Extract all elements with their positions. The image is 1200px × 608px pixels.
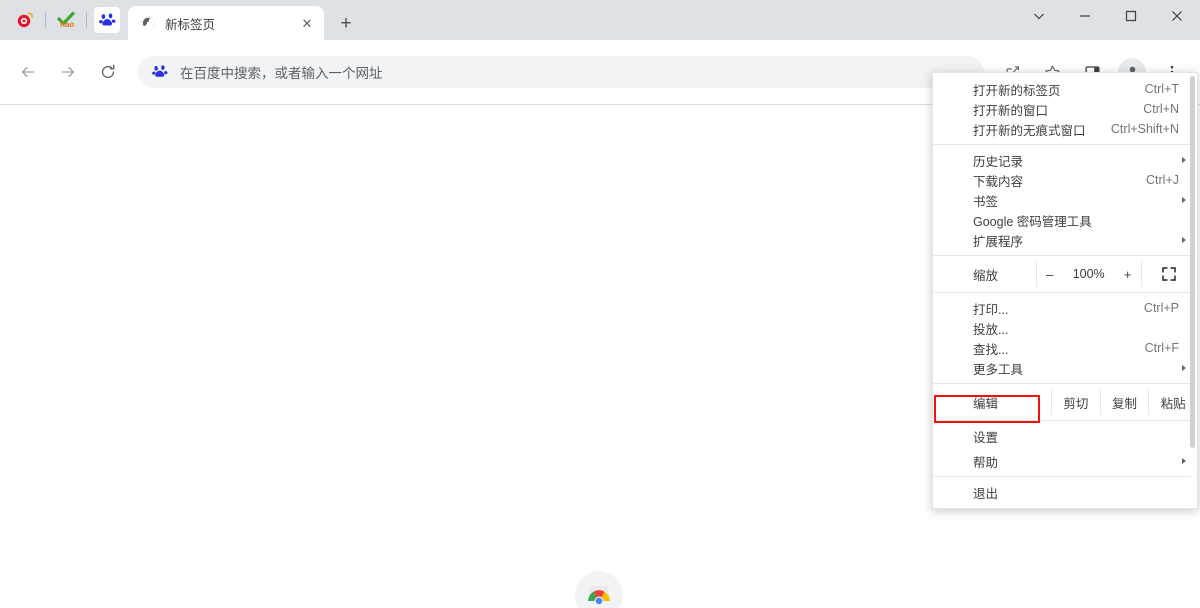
close-icon[interactable] [1154, 0, 1200, 32]
menu-item-label: 退出 [973, 486, 999, 501]
menu-item-accel: Ctrl+Shift+N [1110, 122, 1179, 136]
menu-item-print[interactable]: 打印... Ctrl+P [933, 298, 1197, 318]
menu-item-new-incognito-window[interactable]: 打开新的无痕式窗口 Ctrl+Shift+N [933, 119, 1197, 139]
chevron-right-icon [1182, 365, 1186, 371]
menu-item-label: 设置 [973, 430, 999, 445]
menu-item-exit[interactable]: 退出 [933, 482, 1197, 502]
menu-item-label: 书签 [973, 194, 999, 209]
address-bar-placeholder: 在百度中搜索，或者输入一个网址 [180, 66, 383, 81]
globe-icon [141, 16, 155, 30]
tab-close-icon[interactable]: ✕ [298, 14, 316, 32]
pinned-tab-baidu[interactable] [94, 7, 120, 33]
baidu-search-icon [152, 65, 168, 77]
maximize-icon[interactable] [1108, 0, 1154, 32]
menu-scrollbar-thumb[interactable] [1190, 76, 1195, 448]
chrome-apps-icon [575, 571, 623, 608]
menu-item-help[interactable]: 帮助 [933, 451, 1197, 471]
pinned-tab-divider-2 [86, 12, 87, 28]
new-tab-button[interactable]: + [332, 9, 360, 37]
menu-item-history[interactable]: 历史记录 [933, 150, 1197, 170]
menu-item-find[interactable]: 查找... Ctrl+F [933, 338, 1197, 358]
menu-item-accel: Ctrl+T [1144, 82, 1179, 96]
zoom-percent-value: 100% [1072, 267, 1105, 281]
edit-copy-button[interactable]: 复制 [1099, 389, 1149, 415]
chrome-apps-shortcut[interactable]: Chrome 应用... [560, 571, 638, 608]
menu-item-label: 打开新的窗口 [973, 103, 1049, 118]
fullscreen-icon[interactable] [1142, 267, 1197, 281]
pinned-tab-weibo[interactable] [12, 7, 38, 33]
menu-item-label: 打开新的标签页 [973, 83, 1061, 98]
menu-item-bookmarks[interactable]: 书签 [933, 190, 1197, 210]
menu-item-label: 查找... [973, 342, 1009, 357]
baidu-favicon [98, 12, 115, 26]
menu-item-accel: Ctrl+J [1146, 173, 1179, 187]
pinned-tabs: hao [0, 0, 120, 40]
menu-item-password-manager[interactable]: Google 密码管理工具 [933, 210, 1197, 230]
menu-item-label: 更多工具 [973, 362, 1024, 377]
active-tab-title: 新标签页 [165, 17, 216, 32]
edit-cut-button[interactable]: 剪切 [1051, 389, 1100, 415]
menu-item-label: 投放... [973, 322, 1009, 337]
zoom-in-button[interactable]: + [1115, 267, 1141, 282]
menu-separator [933, 383, 1197, 384]
chrome-browser-window: hao 新标签页 ✕ + 在百度中搜索，或者输入一个网址 打开新的标签页 Ctr… [0, 0, 1200, 608]
menu-item-label: 历史记录 [973, 154, 1024, 169]
menu-item-label: 帮助 [973, 455, 999, 470]
zoom-controls: – 100% + [1035, 261, 1142, 287]
menu-item-more-tools[interactable]: 更多工具 [933, 358, 1197, 378]
pinned-tab-divider [45, 12, 46, 28]
menu-item-label: 扩展程序 [973, 234, 1024, 249]
active-tab[interactable]: 新标签页 ✕ [128, 6, 324, 40]
chevron-right-icon [1182, 458, 1186, 464]
chevron-right-icon [1182, 237, 1186, 243]
back-arrow-icon[interactable] [12, 56, 44, 88]
menu-item-downloads[interactable]: 下载内容 Ctrl+J [933, 170, 1197, 190]
menu-separator [933, 144, 1197, 145]
pinned-tab-hao123[interactable]: hao [53, 7, 79, 33]
menu-separator [933, 420, 1197, 421]
menu-scrollbar[interactable] [1190, 74, 1196, 507]
menu-item-label: 打印... [973, 302, 1009, 317]
menu-item-label: Google 密码管理工具 [973, 214, 1092, 229]
forward-arrow-icon[interactable] [52, 56, 84, 88]
edit-label: 编辑 [973, 396, 999, 411]
address-bar[interactable]: 在百度中搜索，或者输入一个网址 [138, 56, 984, 88]
weibo-favicon [17, 12, 33, 28]
menu-zoom-row: 缩放 – 100% + [933, 261, 1197, 287]
menu-item-accel: Ctrl+N [1143, 102, 1179, 116]
window-controls [1016, 0, 1200, 32]
minimize-icon[interactable] [1062, 0, 1108, 32]
zoom-label: 缩放 [973, 268, 999, 283]
menu-item-settings[interactable]: 设置 [933, 426, 1197, 446]
menu-separator [933, 292, 1197, 293]
hao123-favicon: hao [57, 11, 75, 29]
menu-item-extensions[interactable]: 扩展程序 [933, 230, 1197, 250]
menu-separator [933, 476, 1197, 477]
menu-item-label: 下载内容 [973, 174, 1024, 189]
zoom-out-button[interactable]: – [1037, 267, 1063, 282]
menu-item-accel: Ctrl+P [1143, 301, 1179, 315]
menu-item-accel: Ctrl+F [1144, 341, 1179, 355]
svg-text:hao: hao [60, 20, 74, 29]
menu-item-new-tab[interactable]: 打开新的标签页 Ctrl+T [933, 79, 1197, 99]
menu-item-cast[interactable]: 投放... [933, 318, 1197, 338]
menu-item-label: 打开新的无痕式窗口 [973, 123, 1086, 138]
chevron-right-icon [1182, 157, 1186, 163]
menu-edit-row: 编辑 剪切 复制 粘贴 [933, 389, 1197, 415]
chevron-right-icon [1182, 197, 1186, 203]
menu-item-new-window[interactable]: 打开新的窗口 Ctrl+N [933, 99, 1197, 119]
tab-search-chevron-down-icon[interactable] [1016, 0, 1062, 32]
chrome-main-menu: 打开新的标签页 Ctrl+T 打开新的窗口 Ctrl+N 打开新的无痕式窗口 C… [932, 72, 1198, 509]
reload-icon[interactable] [92, 56, 124, 88]
menu-separator [933, 255, 1197, 256]
